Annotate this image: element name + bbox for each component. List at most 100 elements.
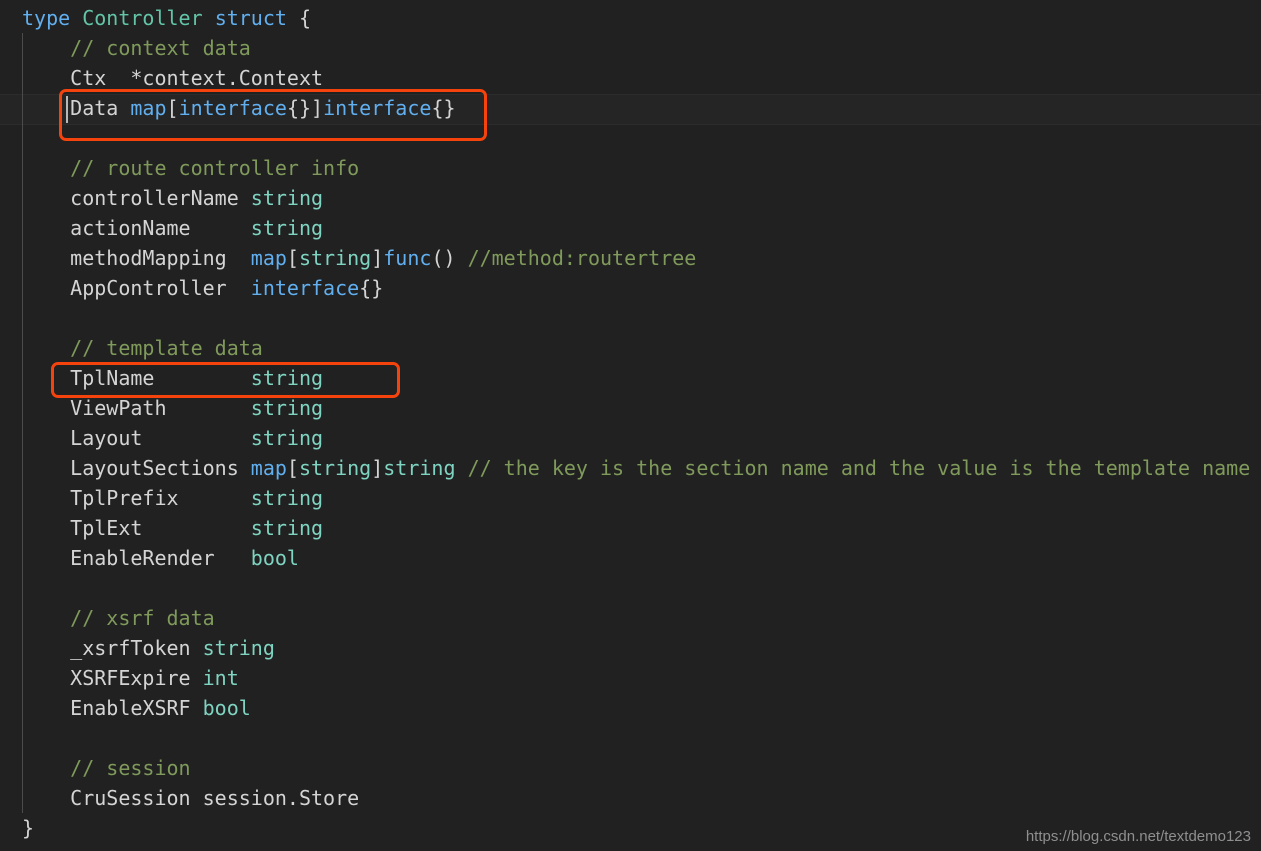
code-token-type: string [250, 486, 324, 510]
code-token-punct: [ [166, 96, 179, 120]
code-token-comment: // route controller info [70, 156, 360, 180]
code-token-comment: // xsrf data [70, 606, 215, 630]
code-token-ident: TplName [70, 366, 251, 390]
code-token-type: string [250, 366, 324, 390]
code-token-key: interface [323, 96, 432, 120]
code-token-ident: Data [70, 96, 131, 120]
code-line: XSRFExpire int [0, 663, 1261, 693]
code-token-comment: // context data [70, 36, 251, 60]
code-token-ident: _xsrfToken [70, 636, 203, 660]
code-token-type: string [298, 456, 372, 480]
code-token-comment: // template data [70, 336, 263, 360]
code-line [0, 573, 1261, 603]
code-line: CruSession session.Store [0, 783, 1261, 813]
code-token-type: string [250, 186, 324, 210]
code-line: // context data [0, 33, 1261, 63]
code-token-type: string [250, 216, 324, 240]
code-token-punct: { [286, 6, 312, 30]
code-token-ident: controllerName [70, 186, 251, 210]
code-token-ident: TplExt [70, 516, 251, 540]
code-token-punct [70, 6, 82, 30]
code-line [0, 303, 1261, 333]
code-token-punct: [ [286, 456, 299, 480]
code-line: Data map[interface{}]interface{} [0, 93, 1261, 123]
code-token-ident: Ctx *context.Context [70, 66, 324, 90]
code-token-comment: //method:routertree [467, 246, 697, 270]
code-token-key: type [22, 6, 71, 30]
code-line: controllerName string [0, 183, 1261, 213]
code-token-punct: {} [431, 96, 456, 120]
code-token-key: map [130, 96, 167, 120]
code-line: EnableXSRF bool [0, 693, 1261, 723]
code-token-comment: // session [70, 756, 191, 780]
code-line: // route controller info [0, 153, 1261, 183]
code-token-key: map [250, 246, 287, 270]
code-token-type: int [202, 666, 239, 690]
code-token-punct [203, 6, 215, 30]
code-token-punct [456, 456, 468, 480]
code-line: // session [0, 753, 1261, 783]
watermark-url: https://blog.csdn.net/textdemo123 [1025, 828, 1251, 845]
code-line: Layout string [0, 423, 1261, 453]
code-token-ident: actionName [70, 216, 251, 240]
code-line [0, 123, 1261, 153]
code-line [0, 723, 1261, 753]
code-line: // template data [0, 333, 1261, 363]
code-token-type: string [383, 456, 456, 480]
code-token-ident: Layout [70, 426, 251, 450]
code-token-punct: ] [371, 246, 384, 270]
code-token-type: string [250, 516, 324, 540]
code-token-punct: [ [286, 246, 299, 270]
code-token-ident: LayoutSections [70, 456, 251, 480]
code-token-type: string [250, 426, 324, 450]
code-line: TplPrefix string [0, 483, 1261, 513]
code-line: TplExt string [0, 513, 1261, 543]
code-token-type: string [202, 636, 275, 660]
code-line: EnableRender bool [0, 543, 1261, 573]
code-token-ident: TplPrefix [70, 486, 251, 510]
code-token-ident: CruSession session.Store [70, 786, 360, 810]
code-token-key: map [250, 456, 287, 480]
code-token-ident: ViewPath [70, 396, 251, 420]
code-screenshot: type Controller struct { // context data… [0, 0, 1261, 851]
code-line: Ctx *context.Context [0, 63, 1261, 93]
code-line: type Controller struct { [0, 3, 1261, 33]
code-line: TplName string [0, 363, 1261, 393]
code-line: // xsrf data [0, 603, 1261, 633]
code-token-comment: // the key is the section name and the v… [467, 456, 1251, 480]
code-token-type: string [298, 246, 372, 270]
code-line: LayoutSections map[string]string // the … [0, 453, 1261, 483]
code-line: actionName string [0, 213, 1261, 243]
code-token-key: struct [214, 6, 287, 30]
code-token-ident: EnableRender [70, 546, 251, 570]
text-caret [66, 96, 68, 123]
code-token-type: bool [202, 696, 251, 720]
code-token-ident: EnableXSRF [70, 696, 203, 720]
code-token-ident: methodMapping [70, 246, 251, 270]
code-token-punct: } [22, 816, 35, 840]
code-token-ident: XSRFExpire [70, 666, 203, 690]
code-token-type: string [250, 396, 324, 420]
code-editor-surface[interactable]: type Controller struct { // context data… [0, 0, 1261, 851]
